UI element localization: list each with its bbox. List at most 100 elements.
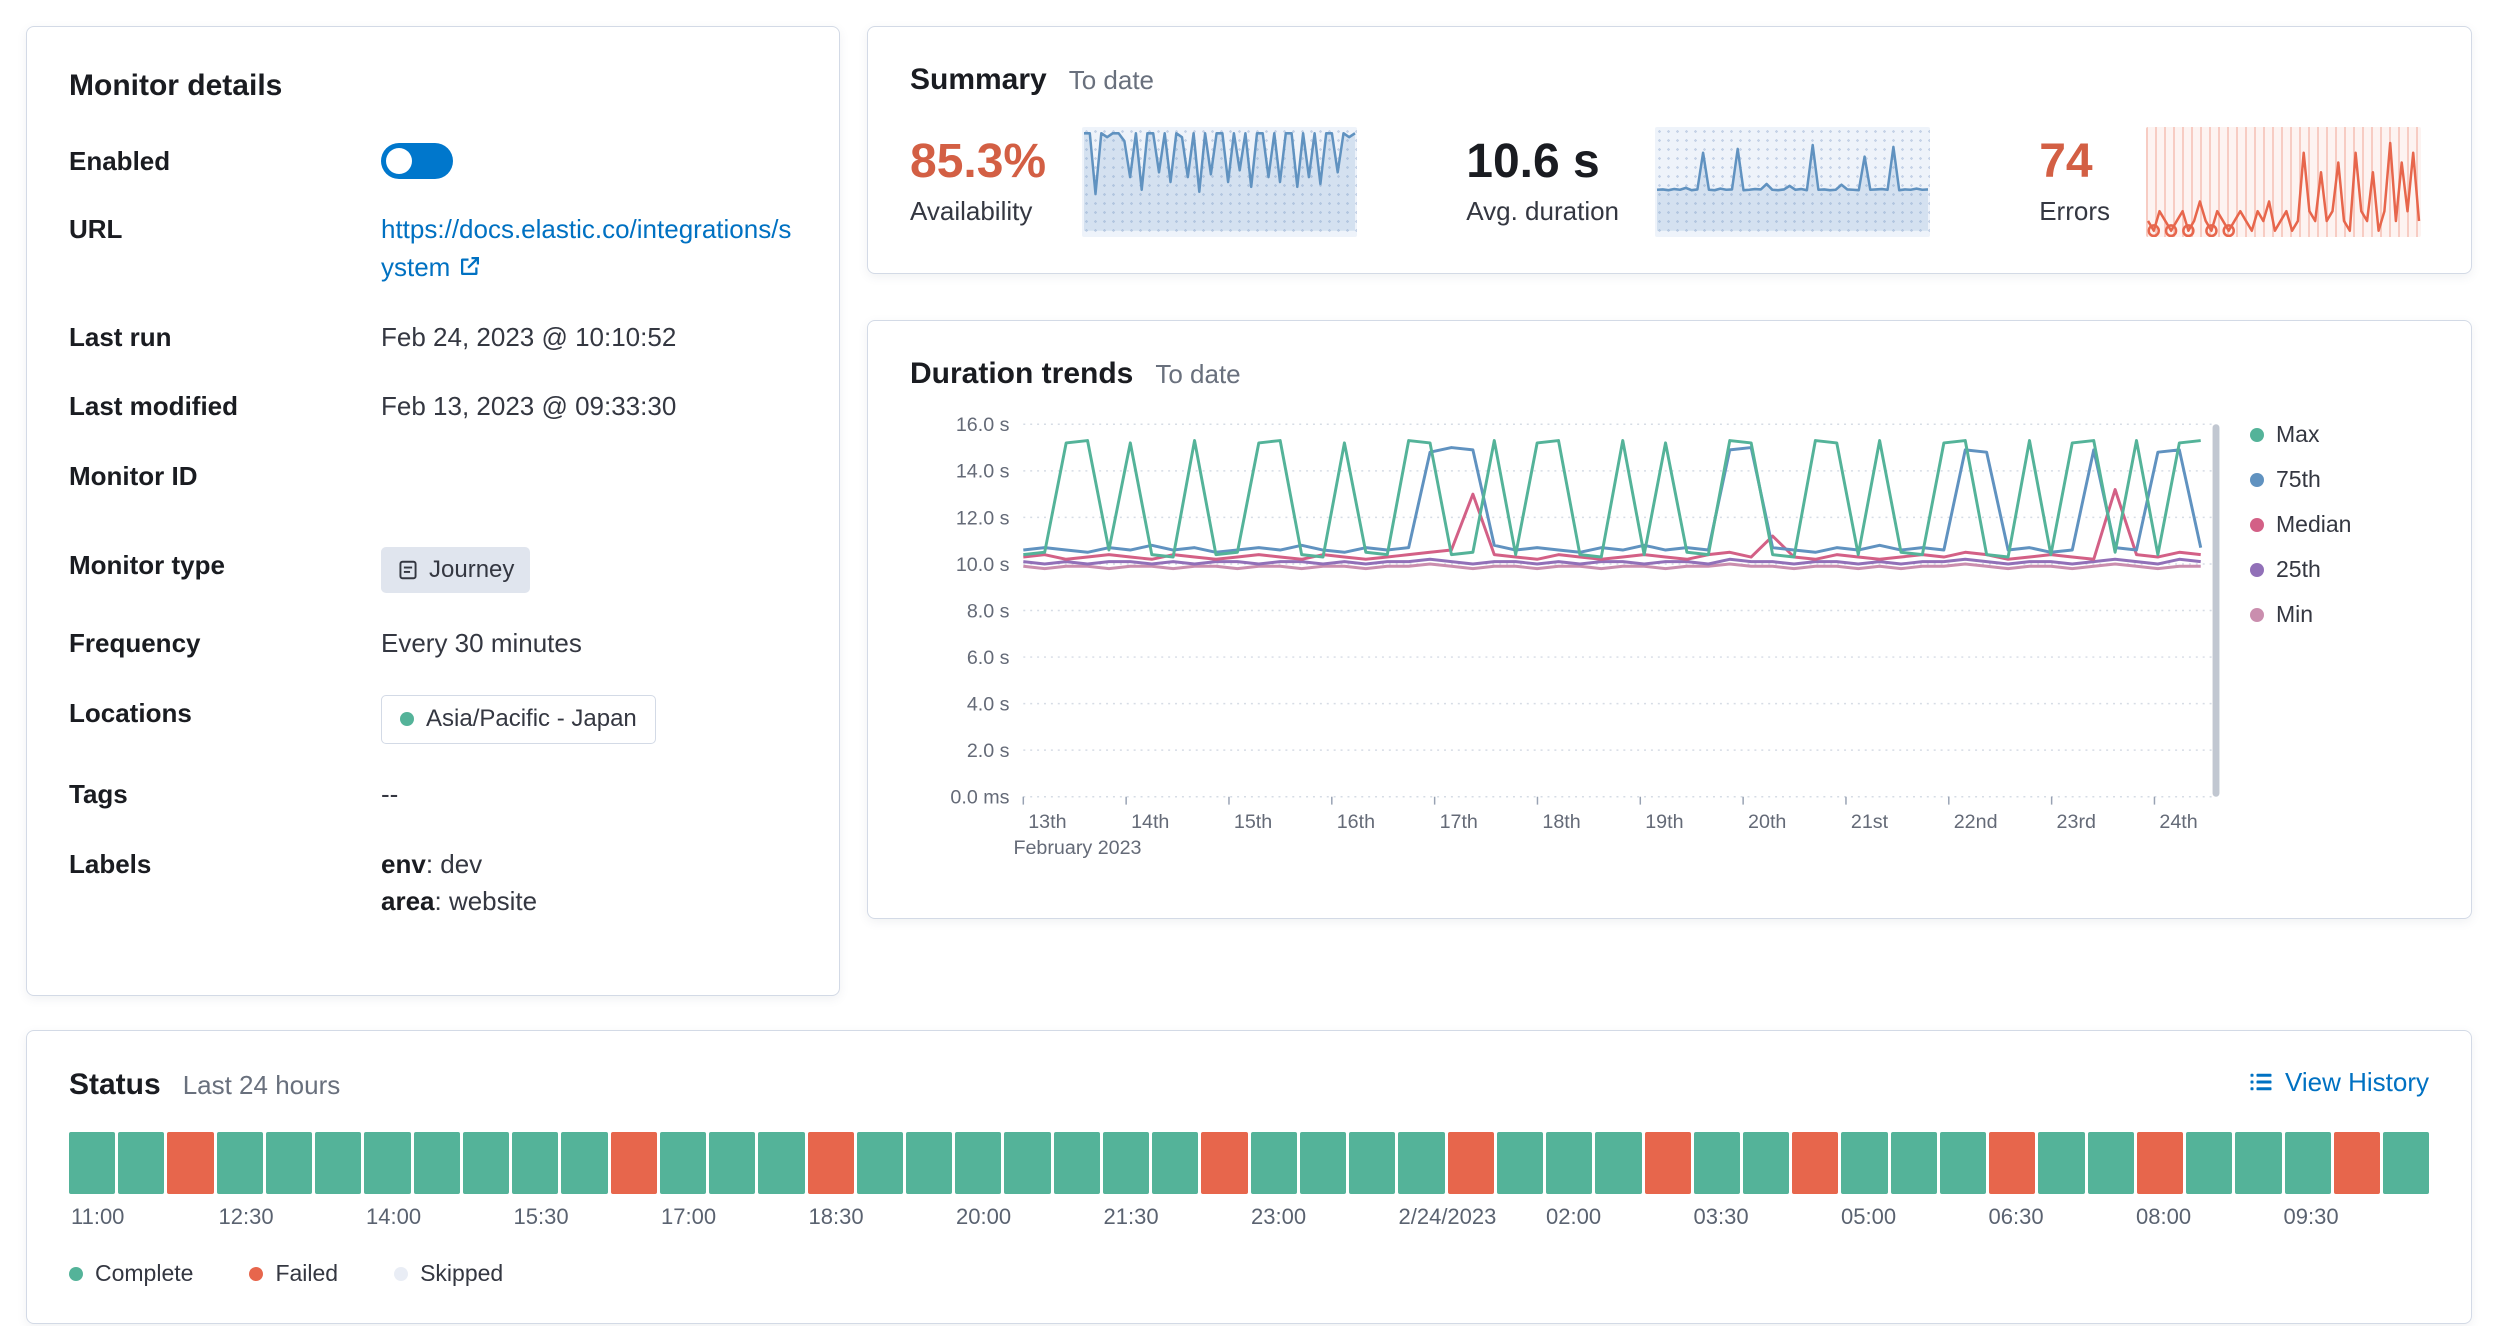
field-row-monitor-type: Monitor type Journey bbox=[69, 547, 797, 594]
status-block-complete[interactable] bbox=[1349, 1132, 1395, 1194]
top-section: Monitor details Enabled URL https://docs… bbox=[26, 26, 2472, 996]
status-block-failed[interactable] bbox=[1201, 1132, 1247, 1194]
status-block-complete[interactable] bbox=[561, 1132, 607, 1194]
status-block-complete[interactable] bbox=[1743, 1132, 1789, 1194]
status-block-complete[interactable] bbox=[1251, 1132, 1297, 1194]
duration-legend-median[interactable]: Median bbox=[2250, 511, 2428, 538]
status-block-complete[interactable] bbox=[857, 1132, 903, 1194]
duration-legend-75th[interactable]: 75th bbox=[2250, 466, 2428, 493]
duration-trends-body: 16.0 s14.0 s12.0 s10.0 s8.0 s6.0 s4.0 s2… bbox=[910, 407, 2429, 882]
status-block-complete[interactable] bbox=[1300, 1132, 1346, 1194]
status-block-complete[interactable] bbox=[1004, 1132, 1050, 1194]
svg-text:17th: 17th bbox=[1440, 811, 1478, 833]
monitor-detail-page: Monitor details Enabled URL https://docs… bbox=[0, 0, 2498, 1326]
status-block-complete[interactable] bbox=[414, 1132, 460, 1194]
status-block-complete[interactable] bbox=[1595, 1132, 1641, 1194]
legend-dot-icon bbox=[249, 1267, 263, 1281]
status-block-failed[interactable] bbox=[1645, 1132, 1691, 1194]
monitor-url-link[interactable]: https://docs.elastic.co/integrations/sys… bbox=[381, 214, 791, 282]
frequency-value: Every 30 minutes bbox=[381, 625, 797, 663]
status-time-label: 05:00 bbox=[1839, 1204, 1987, 1230]
status-block-complete[interactable] bbox=[2235, 1132, 2281, 1194]
view-history-link[interactable]: View History bbox=[2249, 1067, 2429, 1098]
status-block-complete[interactable] bbox=[512, 1132, 558, 1194]
status-time-label: 11:00 bbox=[69, 1204, 217, 1230]
status-block-complete[interactable] bbox=[1497, 1132, 1543, 1194]
svg-text:14th: 14th bbox=[1131, 811, 1169, 833]
field-label-monitor-type: Monitor type bbox=[69, 547, 381, 583]
availability-label: Availability bbox=[910, 196, 1046, 227]
location-status-dot-icon bbox=[400, 712, 414, 726]
status-block-complete[interactable] bbox=[217, 1132, 263, 1194]
svg-text:16.0 s: 16.0 s bbox=[956, 414, 1010, 436]
status-block-complete[interactable] bbox=[2186, 1132, 2232, 1194]
status-block-complete[interactable] bbox=[1398, 1132, 1444, 1194]
status-block-complete[interactable] bbox=[364, 1132, 410, 1194]
field-label-locations: Locations bbox=[69, 695, 381, 731]
status-block-failed[interactable] bbox=[611, 1132, 657, 1194]
field-label-url: URL bbox=[69, 211, 381, 247]
legend-dot-icon bbox=[2250, 608, 2264, 622]
status-block-complete[interactable] bbox=[1891, 1132, 1937, 1194]
status-block-complete[interactable] bbox=[266, 1132, 312, 1194]
status-time-label: 09:30 bbox=[2282, 1204, 2430, 1230]
status-block-failed[interactable] bbox=[1989, 1132, 2035, 1194]
svg-text:2.0 s: 2.0 s bbox=[967, 740, 1010, 762]
status-block-complete[interactable] bbox=[1694, 1132, 1740, 1194]
status-block-failed[interactable] bbox=[2334, 1132, 2380, 1194]
status-block-failed[interactable] bbox=[167, 1132, 213, 1194]
duration-trends-plot[interactable]: 16.0 s14.0 s12.0 s10.0 s8.0 s6.0 s4.0 s2… bbox=[910, 407, 2250, 882]
svg-text:8.0 s: 8.0 s bbox=[967, 600, 1010, 622]
status-block-complete[interactable] bbox=[1841, 1132, 1887, 1194]
status-block-complete[interactable] bbox=[69, 1132, 115, 1194]
status-block-complete[interactable] bbox=[315, 1132, 361, 1194]
status-block-complete[interactable] bbox=[955, 1132, 1001, 1194]
external-link-icon[interactable] bbox=[458, 254, 482, 278]
status-block-failed[interactable] bbox=[1448, 1132, 1494, 1194]
monitor-details-card: Monitor details Enabled URL https://docs… bbox=[26, 26, 840, 996]
summary-title: Summary bbox=[910, 63, 1047, 97]
status-block-complete[interactable] bbox=[118, 1132, 164, 1194]
duration-trends-legend: Max 75th Median 25th Min bbox=[2250, 407, 2428, 882]
enabled-toggle[interactable] bbox=[381, 143, 453, 179]
status-block-complete[interactable] bbox=[2088, 1132, 2134, 1194]
field-label-last-run: Last run bbox=[69, 319, 381, 355]
avg-duration-label: Avg. duration bbox=[1466, 196, 1619, 227]
status-block-failed[interactable] bbox=[808, 1132, 854, 1194]
label-key-env: env bbox=[381, 849, 426, 879]
field-label-last-modified: Last modified bbox=[69, 388, 381, 424]
status-block-complete[interactable] bbox=[1054, 1132, 1100, 1194]
status-block-complete[interactable] bbox=[709, 1132, 755, 1194]
summary-metrics: 85.3% Availability 10.6 s Avg. duration bbox=[910, 127, 2429, 237]
status-block-complete[interactable] bbox=[1546, 1132, 1592, 1194]
duration-trends-card: Duration trends To date 16.0 s14.0 s12.0… bbox=[867, 320, 2472, 919]
availability-sparkline bbox=[1082, 127, 1357, 237]
status-title: Status bbox=[69, 1068, 161, 1102]
duration-legend-max[interactable]: Max bbox=[2250, 421, 2428, 448]
status-block-complete[interactable] bbox=[758, 1132, 804, 1194]
status-block-failed[interactable] bbox=[1792, 1132, 1838, 1194]
duration-trends-title: Duration trends bbox=[910, 357, 1133, 391]
status-time-labels: 11:0012:3014:0015:3017:0018:3020:0021:30… bbox=[69, 1204, 2429, 1230]
svg-text:15th: 15th bbox=[1234, 811, 1272, 833]
status-block-complete[interactable] bbox=[1940, 1132, 1986, 1194]
svg-text:4.0 s: 4.0 s bbox=[967, 694, 1010, 716]
errors-label: Errors bbox=[2039, 196, 2110, 227]
duration-legend-min[interactable]: Min bbox=[2250, 601, 2428, 628]
status-block-complete[interactable] bbox=[2038, 1132, 2084, 1194]
summary-subtitle: To date bbox=[1069, 65, 1154, 96]
duration-legend-25th[interactable]: 25th bbox=[2250, 556, 2428, 583]
status-block-failed[interactable] bbox=[2137, 1132, 2183, 1194]
status-block-complete[interactable] bbox=[1152, 1132, 1198, 1194]
status-block-complete[interactable] bbox=[2285, 1132, 2331, 1194]
view-history-label: View History bbox=[2285, 1067, 2429, 1098]
status-block-complete[interactable] bbox=[906, 1132, 952, 1194]
status-block-complete[interactable] bbox=[1103, 1132, 1149, 1194]
field-row-tags: Tags -- bbox=[69, 776, 797, 814]
svg-text:14.0 s: 14.0 s bbox=[956, 461, 1010, 483]
toggle-knob-icon bbox=[386, 148, 412, 174]
status-block-complete[interactable] bbox=[2383, 1132, 2429, 1194]
status-block-complete[interactable] bbox=[463, 1132, 509, 1194]
status-block-complete[interactable] bbox=[660, 1132, 706, 1194]
summary-card: Summary To date 85.3% Availability 10.6 … bbox=[867, 26, 2472, 274]
